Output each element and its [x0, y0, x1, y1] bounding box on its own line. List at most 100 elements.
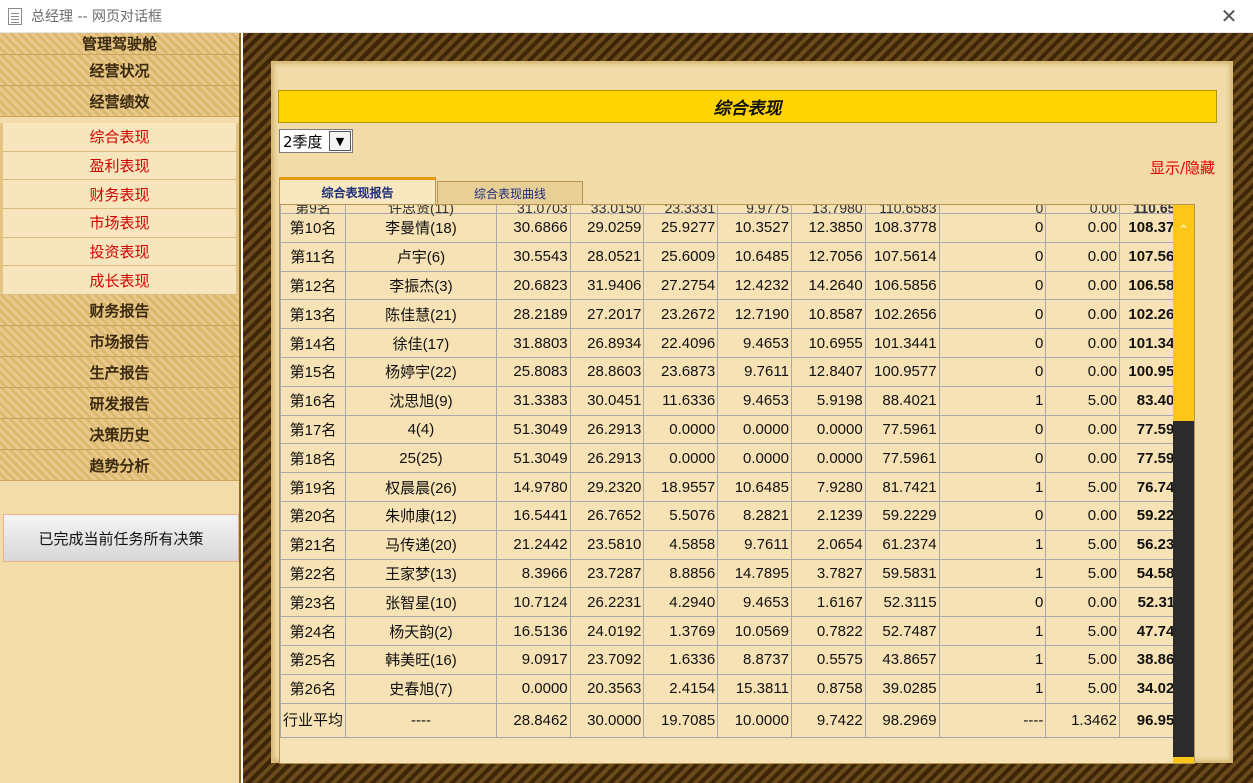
table-cell: 29.0259 — [569, 213, 645, 243]
table-cell: 第21名 — [280, 529, 347, 560]
table-cell: 9.7611 — [717, 529, 792, 560]
table-cell: 81.7421 — [864, 472, 940, 502]
table-cell: 许思贤(11) — [345, 205, 497, 215]
table-cell: ---- — [345, 702, 497, 738]
table-cell: 权晨晨(26) — [345, 472, 497, 502]
table-row: 第14名 徐佳(17) 31.8803 26.8934 22.4096 9.4653 10.… — [280, 328, 1194, 358]
table-cell: 0.0000 — [717, 414, 792, 445]
table-cell: 0.8758 — [790, 673, 866, 704]
table-cell: 12.4232 — [717, 270, 792, 301]
table-row: 第23名 张智星(10) 10.7124 26.2231 4.2940 9.4653 1.6… — [280, 587, 1194, 618]
table-row: 第12名 李振杰(3) 20.6823 31.9406 27.2754 12.4232 14… — [280, 270, 1194, 301]
table-cell: 李曼情(18) — [345, 213, 497, 243]
all-decisions-done-button[interactable]: 已完成当前任务所有决策 — [3, 514, 239, 562]
table-cell: 102.2656 — [864, 299, 940, 330]
season-select[interactable]: 2季度 ▼ — [279, 129, 353, 153]
table-cell: 101.3441 — [864, 328, 940, 358]
table-cell: 20.3563 — [569, 673, 645, 704]
content-panel: 综合表现 2季度 ▼ 显示/隐藏 综合表现报告 综合表现曲线 第9名 许思贤(11… — [271, 61, 1233, 764]
table-cell: 16.5136 — [495, 616, 571, 646]
table-cell: 1 — [938, 673, 1047, 704]
table-cell: 第19名 — [280, 472, 347, 502]
table-cell: 43.8657 — [864, 644, 940, 675]
table-cell: 23.7287 — [569, 558, 645, 589]
table-cell: 第9名 — [280, 205, 347, 215]
table-cell: 0.00 — [1045, 587, 1120, 618]
tab-report[interactable]: 综合表现报告 — [279, 177, 436, 205]
sidebar-section-3[interactable]: 研发报告 — [0, 388, 239, 420]
table-cell: 0 — [938, 500, 1047, 531]
table-cell: 9.4653 — [717, 328, 792, 358]
sidebar-section-1[interactable]: 市场报告 — [0, 326, 239, 358]
table-cell: 98.2969 — [864, 702, 940, 738]
sidebar-subitem-3[interactable]: 市场表现 — [0, 209, 239, 238]
table-row: 第26名 史春旭(7) 0.0000 20.3563 2.4154 15.3811 0.87… — [280, 673, 1194, 704]
ranking-table-container[interactable]: 第9名 许思贤(11) 31.0703 33.0150 23.3331 9.9775 13.… — [279, 204, 1195, 764]
table-cell: 23.7092 — [569, 644, 645, 675]
table-cell: 0 — [938, 414, 1047, 445]
table-cell: 朱帅康(12) — [345, 500, 497, 531]
sidebar-section-5[interactable]: 趋势分析 — [0, 450, 239, 482]
table-cell: 0.00 — [1045, 443, 1120, 474]
table-cell: 8.3966 — [495, 558, 571, 589]
table-cell: 第14名 — [280, 328, 347, 358]
sidebar-section-4[interactable]: 决策历史 — [0, 419, 239, 451]
table-cell: 1 — [938, 644, 1047, 675]
table-row: 第21名 马传递(20) 21.2442 23.5810 4.5858 9.7611 2.0… — [280, 529, 1194, 560]
table-cell: 0 — [938, 213, 1047, 243]
table-cell: 31.0703 — [495, 205, 571, 215]
scroll-up-icon[interactable]: ⌃ — [1175, 223, 1192, 239]
table-cell: 26.2231 — [569, 587, 645, 618]
table-cell: 31.8803 — [495, 328, 571, 358]
table-cell: 28.8603 — [569, 356, 645, 387]
sidebar-subitem-1[interactable]: 盈利表现 — [0, 151, 239, 181]
table-cell: 徐佳(17) — [345, 328, 497, 358]
table-cell: 31.9406 — [569, 270, 645, 301]
table-row: 第10名 李曼情(18) 30.6866 29.0259 25.9277 10.3527 1… — [280, 213, 1194, 243]
window-title: 总经理 -- 网页对话框 — [31, 9, 163, 25]
sidebar-subitem-0[interactable]: 综合表现 — [0, 123, 239, 152]
sidebar-subitem-2[interactable]: 财务表现 — [0, 180, 239, 210]
table-cell: 0.0000 — [717, 443, 792, 474]
sidebar-item-business-performance[interactable]: 经营绩效 — [0, 86, 239, 117]
table-cell: 4.5858 — [643, 529, 719, 560]
table-cell: 4(4) — [345, 414, 497, 445]
table-cell: 1 — [938, 616, 1047, 646]
scrollbar[interactable]: ⌃ — [1173, 205, 1194, 763]
show-hide-link[interactable]: 显示/隐藏 — [1150, 157, 1215, 178]
table-cell: 8.8737 — [717, 644, 792, 675]
table-cell: 第15名 — [280, 356, 347, 387]
table-cell: 12.7190 — [717, 299, 792, 330]
table-cell: 52.7487 — [864, 616, 940, 646]
table-cell: 行业平均 — [280, 702, 347, 738]
sidebar-section-2[interactable]: 生产报告 — [0, 357, 239, 389]
table-cell: 30.5543 — [495, 241, 571, 272]
table-cell: 0.5575 — [790, 644, 866, 675]
table-cell: 5.5076 — [643, 500, 719, 531]
table-cell: 陈佳慧(21) — [345, 299, 497, 330]
chevron-down-icon[interactable]: ▼ — [329, 131, 351, 151]
table-cell: 史春旭(7) — [345, 673, 497, 704]
scrollbar-end — [1173, 757, 1194, 763]
table-row: 第22名 王家梦(13) 8.3966 23.7287 8.8856 14.7895 3.7… — [280, 558, 1194, 589]
close-icon[interactable]: ✕ — [1219, 6, 1239, 26]
table-cell: 0.0000 — [643, 443, 719, 474]
sidebar-item-business-status[interactable]: 经营状况 — [0, 55, 239, 86]
table-cell: 第25名 — [280, 644, 347, 675]
table-row: 第13名 陈佳慧(21) 28.2189 27.2017 23.2672 12.7190 1… — [280, 299, 1194, 330]
sidebar-subitem-5[interactable]: 成长表现 — [0, 266, 239, 296]
table-cell: 0.00 — [1045, 241, 1120, 272]
table-cell: 26.7652 — [569, 500, 645, 531]
sidebar-section-0[interactable]: 财务报告 — [0, 295, 239, 327]
table-row: 第16名 沈思旭(9) 31.3383 30.0451 11.6336 9.4653 5.9… — [280, 385, 1194, 416]
tab-curve[interactable]: 综合表现曲线 — [437, 181, 583, 205]
table-cell: 27.2017 — [569, 299, 645, 330]
sidebar-subitem-4[interactable]: 投资表现 — [0, 237, 239, 267]
table-cell: 0 — [938, 328, 1047, 358]
table-cell: 第26名 — [280, 673, 347, 704]
table-cell: 16.5441 — [495, 500, 571, 531]
table-cell: 张智星(10) — [345, 587, 497, 618]
sidebar-header-cockpit[interactable]: 管理驾驶舱 — [0, 33, 239, 55]
table-cell: 25.9277 — [643, 213, 719, 243]
table-cell: 18.9557 — [643, 472, 719, 502]
